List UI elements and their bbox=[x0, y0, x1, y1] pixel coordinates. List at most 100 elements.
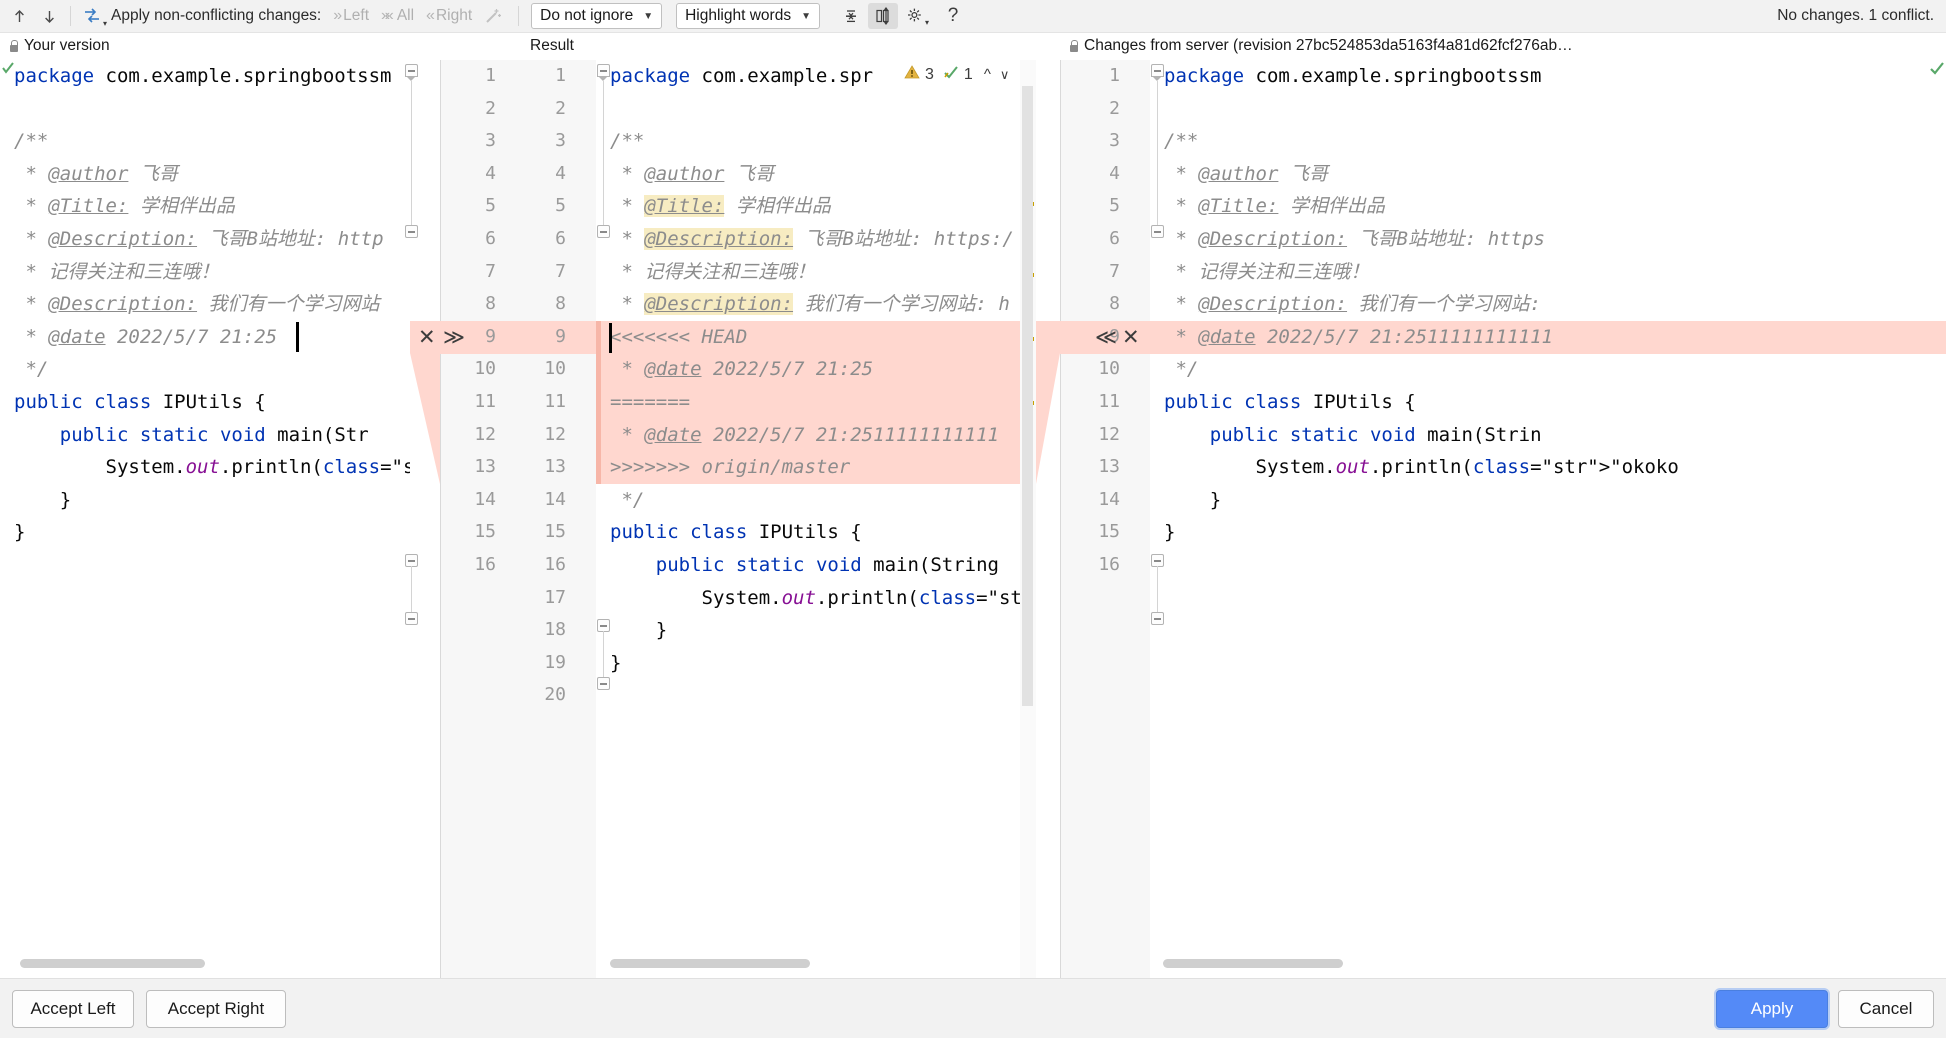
fold-marker-mid-1[interactable] bbox=[597, 64, 610, 81]
result-editor-pane[interactable]: package com.example.spr/** * @author 飞哥 … bbox=[596, 60, 1036, 978]
help-button[interactable]: ? bbox=[938, 3, 968, 29]
caret-down-icon[interactable]: ∨ bbox=[1000, 67, 1010, 83]
conflict-accept-left-icon[interactable]: ✕ bbox=[418, 321, 436, 354]
help-question-icon: ? bbox=[947, 5, 959, 26]
line-number: 5 bbox=[1109, 195, 1120, 217]
conflict-apply-left-icon[interactable]: ≫ bbox=[443, 321, 465, 354]
weak-count: 1 bbox=[963, 65, 973, 83]
code-line: public class IPUtils { bbox=[610, 521, 862, 544]
line-number: 18 bbox=[544, 619, 566, 641]
code-line: } bbox=[1164, 488, 1222, 511]
collapse-unchanged-button[interactable] bbox=[836, 3, 866, 29]
dialog-button-bar: Accept Left Accept Right Apply Cancel bbox=[0, 978, 1946, 1038]
code-line: * @author 飞哥 bbox=[1164, 162, 1328, 185]
code-line: } bbox=[1164, 521, 1176, 544]
lock-icon bbox=[8, 39, 19, 53]
code-line: } bbox=[14, 521, 26, 544]
result-pane-title: Result bbox=[530, 37, 574, 55]
caret-up-icon[interactable]: ^ bbox=[984, 66, 991, 83]
left-horizontal-scrollbar[interactable] bbox=[20, 959, 205, 968]
line-number: 4 bbox=[555, 162, 566, 184]
right-editor-text[interactable]: package com.example.springbootssm /** * @… bbox=[1164, 60, 1679, 582]
fold-guide-mid bbox=[603, 81, 604, 227]
line-number: 19 bbox=[544, 651, 566, 673]
chevron-double-both-icon: »« bbox=[381, 7, 394, 24]
code-line: * @Description: 飞哥B站地址: https:/ bbox=[610, 227, 1014, 250]
fold-marker-left-4[interactable] bbox=[405, 612, 418, 625]
line-number: 2 bbox=[555, 97, 566, 119]
result-horizontal-scrollbar[interactable] bbox=[610, 959, 810, 968]
modified-check-icon bbox=[1930, 62, 1944, 80]
line-number: 11 bbox=[1098, 390, 1120, 412]
result-line-numbers-left: 1 2 3 4 5 6 7 8 9 10 11 12 13 14 15 16 bbox=[440, 60, 510, 978]
left-editor-text[interactable]: package com.example.springbootssm /** * @… bbox=[14, 60, 410, 549]
line-number: 4 bbox=[1109, 162, 1120, 184]
code-line: * @Description: 我们有一个学习网站: bbox=[1164, 293, 1541, 316]
next-difference-button[interactable] bbox=[34, 3, 64, 29]
line-number: 7 bbox=[555, 260, 566, 282]
code-line: * @Description: 飞哥B站地址: https bbox=[1164, 227, 1545, 250]
conflict-accept-right-icon[interactable]: ✕ bbox=[1122, 321, 1140, 354]
fold-guide-right bbox=[1157, 81, 1158, 227]
apply-right-button[interactable]: « Right bbox=[420, 5, 478, 27]
code-line: * @date 2022/5/7 21:25 bbox=[14, 325, 278, 348]
fold-guide-right-2 bbox=[1157, 566, 1158, 612]
fold-marker-right-1[interactable] bbox=[1151, 64, 1164, 81]
accept-left-button[interactable]: Accept Left bbox=[12, 990, 134, 1028]
ignore-policy-select[interactable]: Do not ignore ▼ bbox=[531, 3, 663, 29]
line-number: 8 bbox=[1109, 293, 1120, 315]
line-number: 11 bbox=[474, 390, 496, 412]
line-number: 11 bbox=[544, 390, 566, 412]
fold-marker-mid-4[interactable] bbox=[597, 677, 610, 690]
line-number: 5 bbox=[485, 195, 496, 217]
right-editor-pane[interactable]: package com.example.springbootssm /** * @… bbox=[1150, 60, 1946, 978]
right-line-numbers: 1 2 3 4 5 6 7 8 9 10 11 12 13 14 15 16 bbox=[1060, 60, 1150, 978]
chevron-down-icon: ▼ bbox=[643, 10, 654, 22]
magic-wand-icon[interactable] bbox=[478, 3, 508, 29]
line-number: 8 bbox=[485, 293, 496, 315]
accept-right-button[interactable]: Accept Right bbox=[146, 990, 286, 1028]
line-number: 15 bbox=[474, 521, 496, 543]
line-number: 6 bbox=[485, 227, 496, 249]
chevron-down-icon: ▾ bbox=[102, 19, 107, 28]
previous-difference-button[interactable] bbox=[4, 3, 34, 29]
fold-marker-right-4[interactable] bbox=[1151, 612, 1164, 625]
result-vertical-scrollbar[interactable] bbox=[1022, 86, 1033, 706]
toolbar-divider bbox=[70, 6, 71, 26]
cancel-button[interactable]: Cancel bbox=[1838, 990, 1934, 1028]
left-editor-pane[interactable]: package com.example.springbootssm /** * @… bbox=[0, 60, 410, 978]
conflict-apply-right-icon[interactable]: ≪ bbox=[1095, 321, 1117, 354]
compare-files-icon[interactable]: ▾ bbox=[77, 3, 107, 29]
weak-warning-icon bbox=[943, 64, 959, 85]
code-line: /** bbox=[1164, 130, 1199, 153]
chevron-double-right-icon: » bbox=[333, 7, 342, 24]
left-pane-title-text: Your version bbox=[24, 37, 110, 54]
apply-nonconflicting-label: Apply non-conflicting changes: bbox=[111, 7, 322, 24]
inspections-widget[interactable]: 3 1 ^ ∨ bbox=[900, 62, 1014, 87]
fold-marker-left-2[interactable] bbox=[405, 225, 418, 238]
fold-marker-right-2[interactable] bbox=[1151, 225, 1164, 238]
code-line: } bbox=[14, 488, 72, 511]
apply-all-button[interactable]: »« All bbox=[375, 5, 420, 27]
result-editor-text[interactable]: package com.example.spr/** * @author 飞哥 … bbox=[610, 60, 1036, 712]
right-horizontal-scrollbar[interactable] bbox=[1163, 959, 1343, 968]
settings-button[interactable]: ▾ bbox=[900, 3, 930, 29]
apply-button[interactable]: Apply bbox=[1716, 990, 1828, 1028]
line-number: 14 bbox=[544, 488, 566, 510]
code-line: * @author 飞哥 bbox=[14, 162, 178, 185]
apply-right-label: Right bbox=[435, 7, 473, 24]
fold-marker-left-1[interactable] bbox=[405, 64, 418, 81]
line-number: 15 bbox=[544, 521, 566, 543]
code-line: * @Title: 学相伴出品 bbox=[1164, 195, 1385, 218]
code-line: } bbox=[610, 651, 622, 674]
apply-left-button[interactable]: » Left bbox=[327, 5, 375, 27]
synchronize-scroll-button[interactable] bbox=[867, 3, 898, 29]
code-line: * @date 2022/5/7 21:2511111111111 bbox=[610, 423, 999, 446]
fold-marker-mid-2[interactable] bbox=[597, 225, 610, 238]
line-number: 13 bbox=[474, 456, 496, 478]
chevron-double-left-icon: « bbox=[426, 7, 435, 24]
highlight-policy-select[interactable]: Highlight words ▼ bbox=[676, 3, 820, 29]
